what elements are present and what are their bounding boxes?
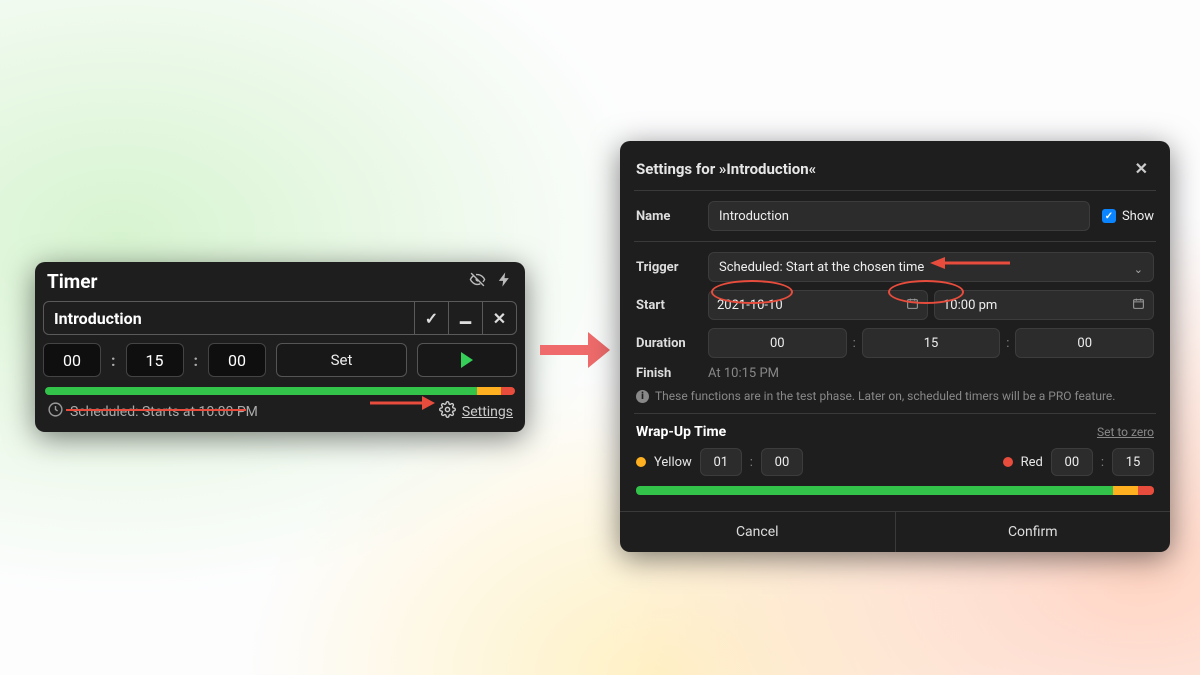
progress-bar bbox=[45, 387, 515, 395]
settings-link[interactable]: Settings bbox=[462, 404, 513, 420]
yellow-minutes-field[interactable]: 01 bbox=[700, 448, 742, 476]
duration-label: Duration bbox=[636, 336, 696, 351]
annotation-ellipse bbox=[888, 280, 964, 304]
info-icon: i bbox=[636, 390, 649, 403]
annotation-arrow-icon bbox=[930, 255, 1010, 271]
duration-minutes-field[interactable]: 15 bbox=[862, 328, 1001, 358]
eye-off-icon[interactable] bbox=[469, 270, 486, 293]
start-label: Start bbox=[636, 298, 696, 313]
progress-bar bbox=[636, 486, 1154, 495]
finish-value: At 10:15 PM bbox=[708, 366, 779, 381]
play-icon bbox=[461, 352, 473, 368]
check-icon[interactable]: ✓ bbox=[414, 302, 448, 334]
red-minutes-field[interactable]: 00 bbox=[1051, 448, 1093, 476]
annotation-ellipse bbox=[711, 280, 793, 304]
hours-field[interactable]: 00 bbox=[43, 343, 101, 377]
yellow-dot-icon bbox=[636, 457, 646, 467]
red-dot-icon bbox=[1003, 457, 1013, 467]
trigger-value: Scheduled: Start at the chosen time bbox=[719, 260, 924, 275]
red-seconds-field[interactable]: 15 bbox=[1112, 448, 1154, 476]
lightning-icon[interactable] bbox=[496, 270, 513, 293]
timer-title: Timer bbox=[47, 270, 97, 293]
red-label: Red bbox=[1021, 455, 1043, 470]
name-field[interactable]: Introduction bbox=[708, 201, 1090, 231]
minutes-field[interactable]: 15 bbox=[126, 343, 184, 377]
colon: : bbox=[1006, 336, 1009, 351]
finish-label: Finish bbox=[636, 366, 696, 381]
annotation-arrow-icon bbox=[370, 394, 435, 412]
name-label: Name bbox=[636, 209, 696, 224]
show-label: Show bbox=[1122, 209, 1154, 224]
show-checkbox[interactable]: ✓ bbox=[1102, 209, 1116, 223]
calendar-icon bbox=[1132, 297, 1145, 314]
timer-widget: Timer Introduction ✓ _ ✕ 00 : 15 : 00 Se… bbox=[35, 262, 525, 432]
close-icon[interactable]: ✕ bbox=[482, 302, 516, 334]
cancel-button[interactable]: Cancel bbox=[620, 512, 895, 552]
trigger-label: Trigger bbox=[636, 260, 696, 275]
scheduled-text: Scheduled: Starts at 10:00 PM bbox=[70, 404, 258, 420]
colon: : bbox=[750, 455, 753, 470]
colon: : bbox=[194, 351, 199, 370]
settings-dialog: Settings for »Introduction« ✕ Name Intro… bbox=[620, 141, 1170, 552]
duration-seconds-field[interactable]: 00 bbox=[1015, 328, 1154, 358]
colon: : bbox=[1101, 455, 1104, 470]
close-icon[interactable]: ✕ bbox=[1129, 157, 1154, 180]
colon: : bbox=[853, 336, 856, 351]
yellow-seconds-field[interactable]: 00 bbox=[761, 448, 803, 476]
info-text: These functions are in the test phase. L… bbox=[655, 389, 1115, 403]
wrapup-title: Wrap-Up Time bbox=[636, 424, 726, 440]
seconds-field[interactable]: 00 bbox=[208, 343, 266, 377]
start-time-field[interactable]: 10:00 pm bbox=[934, 290, 1154, 320]
gear-icon bbox=[439, 401, 456, 422]
confirm-button[interactable]: Confirm bbox=[895, 512, 1171, 552]
yellow-label: Yellow bbox=[654, 455, 692, 470]
dialog-title: Settings for »Introduction« bbox=[636, 160, 816, 178]
duration-hours-field[interactable]: 00 bbox=[708, 328, 847, 358]
clock-icon bbox=[47, 401, 64, 422]
play-button[interactable] bbox=[417, 343, 517, 377]
set-button[interactable]: Set bbox=[276, 343, 407, 377]
timer-item-label: Introduction bbox=[44, 302, 414, 334]
annotation-arrow-icon bbox=[540, 330, 610, 370]
set-to-zero-link[interactable]: Set to zero bbox=[1097, 425, 1154, 439]
chevron-down-icon: ⌄ bbox=[1134, 263, 1143, 276]
annotation-underline bbox=[66, 409, 246, 411]
colon: : bbox=[111, 351, 116, 370]
minimize-icon[interactable]: _ bbox=[448, 302, 482, 334]
